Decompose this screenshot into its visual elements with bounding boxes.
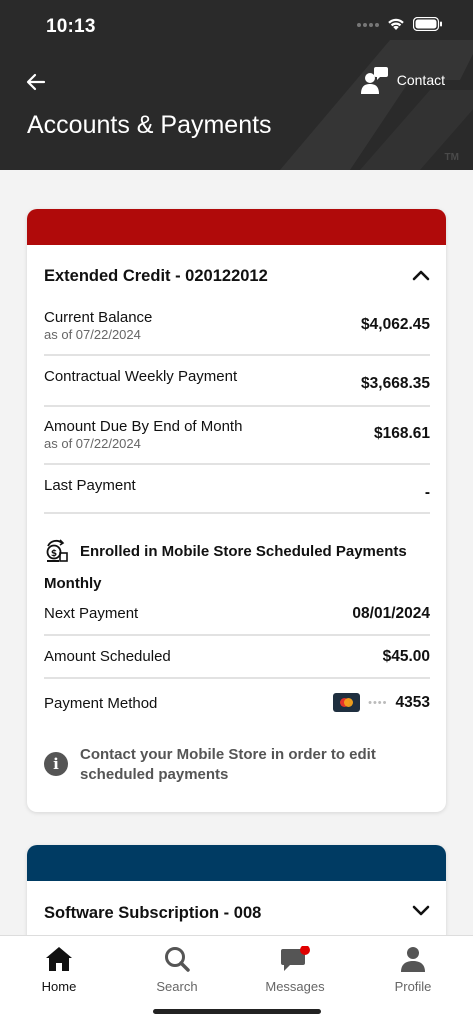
current-balance-value: $4,062.45 [361,316,430,333]
edit-info-notice: i Contact your Mobile Store in order to … [44,745,424,785]
next-payment-value: 08/01/2024 [352,605,430,622]
amount-due-label: Amount Due By End of Month [44,418,243,435]
trademark-mark: TM [444,152,459,163]
divider [44,463,430,465]
software-subscription-title: Software Subscription - 008 [44,904,262,922]
cellular-signal-icon [357,23,379,27]
payment-card: •••• 4353 [333,693,430,712]
payment-method-row: Payment Method •••• 4353 [44,693,430,712]
card-accent-bar [27,845,446,881]
wifi-icon [388,18,404,30]
amount-due-date: as of 07/22/2024 [44,436,141,451]
app-header: 10:13 Contact Accounts & Payments TM [0,0,473,170]
tab-profile-label: Profile [394,979,432,994]
next-payment-row: Next Payment 08/01/2024 [44,605,430,622]
amount-due-value: $168.61 [373,425,430,442]
divider [44,512,430,514]
extended-credit-title: Extended Credit - 020122012 [44,267,268,285]
scheduled-payment-icon: $ [46,539,68,562]
home-icon [46,947,72,971]
last-payment-label: Last Payment [44,477,136,494]
divider [44,677,430,679]
profile-icon [401,947,425,972]
extended-credit-card: Extended Credit - 020122012 Current Bala… [27,209,446,812]
home-indicator [153,1009,321,1014]
payment-frequency: Monthly [44,575,102,592]
tab-search[interactable]: Search [132,946,222,994]
status-time: 10:13 [46,16,96,37]
divider [44,354,430,356]
scheduled-payments-heading: $ Enrolled in Mobile Store Scheduled Pay… [44,539,407,563]
contact-label: Contact [396,72,445,88]
status-bar: 10:13 [0,0,473,54]
card-last-four: 4353 [395,693,430,711]
battery-icon [413,17,442,31]
tab-home[interactable]: Home [14,946,104,994]
chevron-up-icon[interactable] [412,269,430,281]
svg-text:$: $ [51,549,57,559]
card-mask-dots: •••• [368,696,388,709]
contact-button[interactable]: Contact [360,66,445,94]
divider [44,634,430,636]
tab-home-label: Home [41,979,77,994]
system-icons [357,17,443,31]
messages-icon [281,946,310,971]
tab-search-label: Search [156,979,198,994]
info-icon: i [44,752,68,776]
amount-scheduled-row: Amount Scheduled $45.00 [44,648,430,665]
mastercard-icon [333,693,361,712]
back-arrow-icon[interactable] [24,70,48,94]
amount-due-row: Amount Due By End of Month as of 07/22/2… [44,418,430,451]
weekly-payment-row: Contractual Weekly Payment $3,668.35 [44,368,430,392]
last-payment-value: - [424,484,430,501]
enrollment-title: Enrolled in Mobile Store Scheduled Payme… [80,542,407,560]
search-icon [165,947,190,972]
chevron-down-icon[interactable] [412,905,430,917]
contact-chat-icon [360,67,388,94]
amount-scheduled-value: $45.00 [382,648,430,665]
divider [44,405,430,407]
card-accent-bar [27,209,446,245]
info-text: Contact your Mobile Store in order to ed… [80,746,376,783]
tab-messages-label: Messages [265,979,325,994]
last-payment-row: Last Payment - [44,477,430,501]
page-title: Accounts & Payments [27,111,272,139]
amount-scheduled-label: Amount Scheduled [44,648,171,665]
tab-messages[interactable]: Messages [250,946,340,994]
weekly-payment-value: $3,668.35 [361,375,430,392]
current-balance-row: Current Balance as of 07/22/2024 $4,062.… [44,309,430,342]
tab-profile[interactable]: Profile [368,946,458,994]
